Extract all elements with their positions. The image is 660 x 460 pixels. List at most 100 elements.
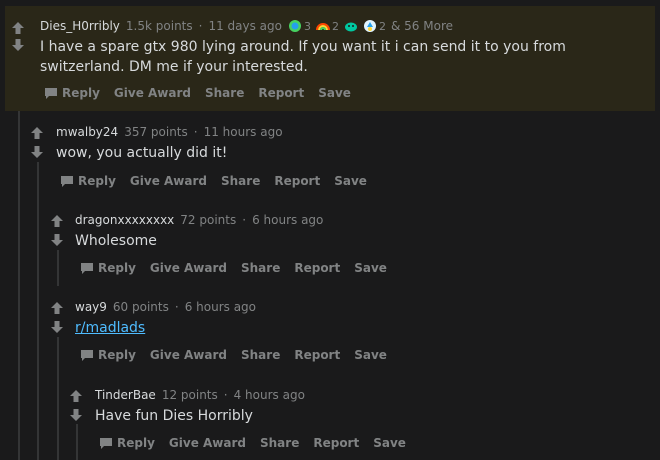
reply-label: Reply [117,436,155,450]
comment-meta: Dies_H0rribly 1.5k points · 11 days ago … [40,19,453,33]
downvote-arrow-icon[interactable] [50,233,64,247]
hugz-award-icon [289,20,301,32]
comment-body: Wholesome [75,233,157,249]
upvote-arrow-icon[interactable] [50,301,64,315]
chat-bubble-icon [100,437,112,449]
meta-separator: · [193,125,198,139]
meta-separator: · [242,213,247,227]
comment-body: Have fun Dies Horribly [95,408,253,424]
comment-actions: Reply Give Award Share Report Save [44,86,365,100]
chat-bubble-icon [81,262,93,274]
reply-button[interactable]: Reply [44,86,100,100]
comment-meta: TinderBae 12 points · 4 hours ago [95,388,305,402]
chat-bubble-icon [81,349,93,361]
comment-body: r/madlads [75,318,145,338]
comment-points: 12 points [161,388,218,402]
meta-separator: · [198,19,203,33]
thread-line[interactable] [18,111,20,460]
give-award-button[interactable]: Give Award [114,86,191,100]
downvote-arrow-icon[interactable] [11,38,25,52]
report-button[interactable]: Report [258,86,304,100]
more-awards-link[interactable]: & 56 More [391,19,453,33]
comment-body: I have a spare gtx 980 lying around. If … [40,39,566,75]
save-button[interactable]: Save [354,348,387,362]
comment-time[interactable]: 6 hours ago [252,213,323,227]
comment-time[interactable]: 11 hours ago [204,125,283,139]
comment-author[interactable]: way9 [75,300,107,314]
comment-author[interactable]: dragonxxxxxxxx [75,213,174,227]
vote-column [30,126,44,159]
comment-time[interactable]: 4 hours ago [234,388,305,402]
comment-actions: Reply Give Award Share Report Save [60,174,381,188]
comment-meta: way9 60 points · 6 hours ago [75,300,256,314]
subreddit-link[interactable]: r/madlads [75,320,145,336]
award[interactable]: 2 [316,19,339,33]
comment-actions: Reply Give Award Share Report Save [80,261,401,275]
save-button[interactable]: Save [318,86,351,100]
meta-separator: · [223,388,228,402]
comment-time[interactable]: 6 hours ago [185,300,256,314]
comment-points: 72 points [180,213,237,227]
give-award-button[interactable]: Give Award [150,261,227,275]
downvote-arrow-icon[interactable] [30,145,44,159]
award[interactable]: 3 [288,19,311,33]
comment-points: 1.5k points [125,19,193,33]
share-button[interactable]: Share [260,436,299,450]
thread-line[interactable] [57,337,59,460]
reply-label: Reply [98,348,136,362]
report-button[interactable]: Report [313,436,359,450]
share-button[interactable]: Share [221,174,260,188]
comment-actions: Reply Give Award Share Report Save [80,348,401,362]
reply-button[interactable]: Reply [80,261,136,275]
meta-separator: · [174,300,179,314]
award-count: 3 [304,19,311,33]
vote-column [11,21,25,52]
share-button[interactable]: Share [205,86,244,100]
share-button[interactable]: Share [241,261,280,275]
upvote-arrow-icon[interactable] [11,21,25,35]
give-award-button[interactable]: Give Award [150,348,227,362]
award[interactable] [344,19,358,33]
give-award-button[interactable]: Give Award [130,174,207,188]
rainbow-award-icon [316,23,330,31]
comment-time[interactable]: 11 days ago [208,19,282,33]
comment-author[interactable]: mwalby24 [56,125,118,139]
report-button[interactable]: Report [294,261,340,275]
vote-column [69,389,83,422]
save-button[interactable]: Save [373,436,406,450]
downvote-arrow-icon[interactable] [50,320,64,334]
take-my-energy-award-icon [364,20,376,32]
award-count: 2 [332,19,339,33]
reply-button[interactable]: Reply [80,348,136,362]
chat-bubble-icon [45,87,57,99]
comment-author[interactable]: TinderBae [95,388,156,402]
award[interactable]: 2 [363,19,386,33]
thread-line[interactable] [57,250,59,286]
upvote-arrow-icon[interactable] [69,389,83,403]
vote-column [50,214,64,247]
comment-meta: mwalby24 357 points · 11 hours ago [56,125,283,139]
comment-author[interactable]: Dies_H0rribly [40,19,120,33]
reply-label: Reply [78,174,116,188]
wholesome-award-icon [345,22,357,32]
give-award-button[interactable]: Give Award [169,436,246,450]
save-button[interactable]: Save [354,261,387,275]
comment-points: 357 points [124,125,188,139]
comment-meta: dragonxxxxxxxx 72 points · 6 hours ago [75,213,323,227]
comment-points: 60 points [112,300,169,314]
comment-actions: Reply Give Award Share Report Save [99,436,420,450]
award-count: 2 [379,19,386,33]
report-button[interactable]: Report [294,348,340,362]
report-button[interactable]: Report [274,174,320,188]
share-button[interactable]: Share [241,348,280,362]
thread-line[interactable] [37,162,39,460]
upvote-arrow-icon[interactable] [30,126,44,140]
reply-label: Reply [98,261,136,275]
thread-line[interactable] [76,424,78,460]
comment-body: wow, you actually did it! [56,145,228,161]
downvote-arrow-icon[interactable] [69,408,83,422]
upvote-arrow-icon[interactable] [50,214,64,228]
reply-button[interactable]: Reply [99,436,155,450]
reply-button[interactable]: Reply [60,174,116,188]
save-button[interactable]: Save [334,174,367,188]
